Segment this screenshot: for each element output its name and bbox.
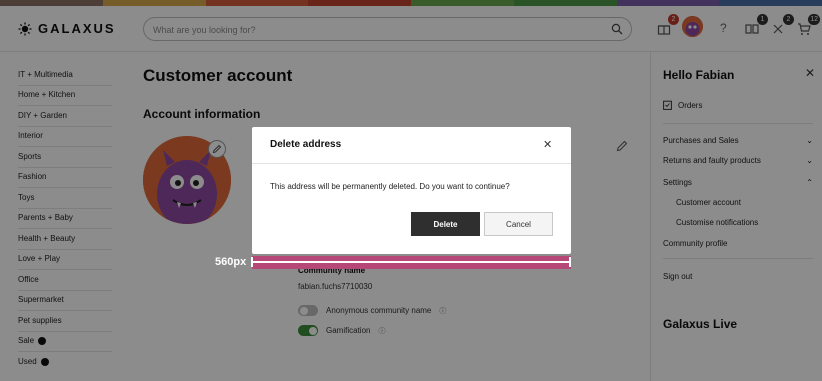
cancel-button[interactable]: Cancel bbox=[484, 212, 553, 236]
dialog-message: This address will be permanently deleted… bbox=[270, 182, 510, 191]
close-icon[interactable]: ✕ bbox=[543, 138, 552, 151]
width-measurement-line bbox=[252, 261, 571, 263]
dialog-divider bbox=[252, 163, 571, 164]
width-measurement-label: 560px bbox=[215, 256, 247, 268]
measurement-tick-right bbox=[569, 257, 571, 267]
measurement-tick-left bbox=[251, 257, 253, 267]
delete-button[interactable]: Delete bbox=[411, 212, 480, 236]
delete-address-dialog: Delete address ✕ This address will be pe… bbox=[252, 127, 571, 254]
dialog-title: Delete address bbox=[270, 139, 342, 150]
